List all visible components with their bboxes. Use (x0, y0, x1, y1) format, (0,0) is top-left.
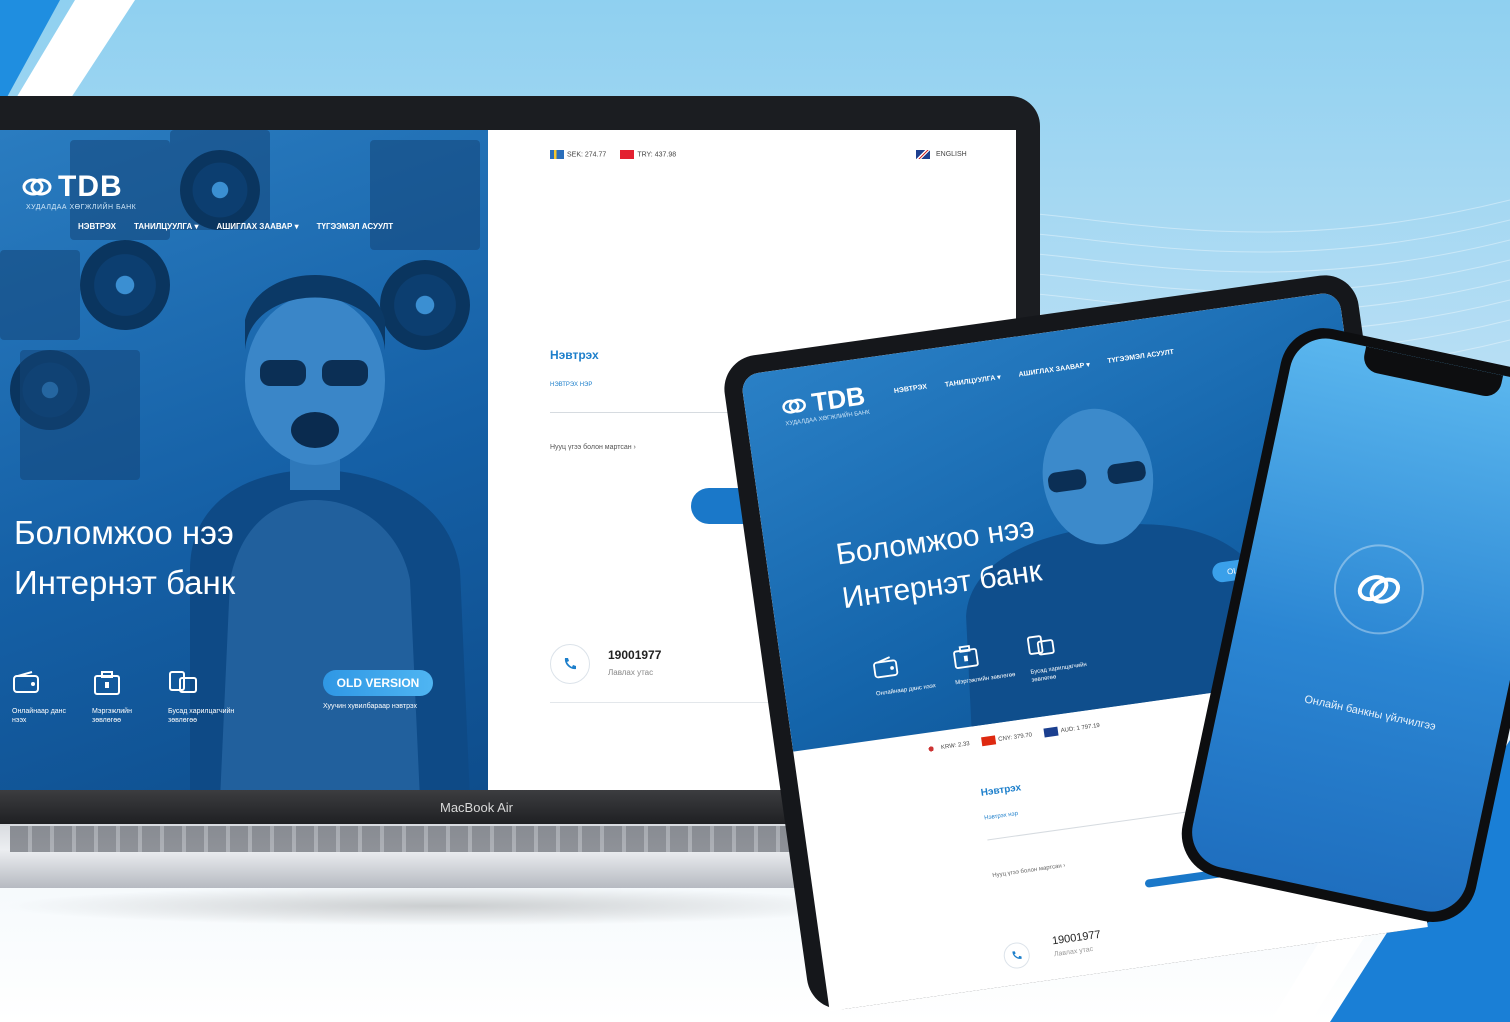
record-tile (0, 250, 80, 340)
rate-item: AUD: 1 797.19 (1043, 721, 1100, 738)
rate-item: SEK: 274.77 (550, 150, 606, 159)
phone-icon (550, 644, 590, 684)
nav-item-about[interactable]: ТАНИЛЦУУЛГА ▾ (944, 373, 1001, 389)
nav-item-faq[interactable]: ТҮГЭЭМЭЛ АСУУЛТ (1107, 349, 1174, 366)
device-label: MacBook Air (440, 800, 513, 815)
rate-item: KRW: 2.33 (923, 739, 971, 755)
rate-item: TRY: 437.98 (620, 150, 676, 159)
tablet-login-title: Нэвтрэх (980, 782, 1022, 799)
language-label: ENGLISH (936, 151, 967, 158)
tablet-feature-open-account[interactable]: Онлайнаар данс нээх (871, 649, 940, 699)
exchange-rates: SEK: 274.77 TRY: 437.98 (550, 150, 676, 159)
username-label: НЭВТРЭХ НЭР (550, 382, 593, 388)
tablet-hotline-label: Лавлах утас (1053, 945, 1094, 959)
wallet-icon (13, 671, 39, 693)
feature-consulting[interactable]: Мэргэжлийн зөвлөгөө (92, 670, 162, 725)
record-tile (370, 140, 480, 250)
sweden-flag-icon (550, 150, 564, 159)
tdb-logo-text: TDB (58, 170, 123, 203)
tdb-logo-icon (22, 178, 52, 196)
tablet-hotline-number[interactable]: 19001977 (1051, 929, 1101, 948)
feature-other-customers[interactable]: Бусад харилцагчийн зөвлөгөө (168, 670, 238, 725)
vinyl-record (180, 150, 260, 230)
tablet-forgot-password-link[interactable]: Нууц үгээ болон мартсан › (992, 863, 1066, 879)
laptop-shadow (0, 886, 880, 926)
tdb-logo-subtitle: ХУДАЛДАА ХӨГЖЛИЙН БАНК (26, 204, 137, 211)
korea-flag-icon (923, 743, 939, 755)
hero-title-line-2: Интернэт банк (14, 564, 236, 601)
language-switch[interactable]: ENGLISH (916, 150, 967, 159)
briefcase-icon (953, 644, 979, 669)
rate-item: CNY: 379.70 (980, 730, 1033, 747)
nav-item-faq[interactable]: ТҮГЭЭМЭЛ АСУУЛТ (317, 222, 394, 231)
hotline-number[interactable]: 19001977 (608, 648, 661, 662)
laptop-keyboard (10, 826, 830, 852)
hotline-label: Лавлах утас (608, 668, 654, 677)
old-version-note: Хуучин хувилбараар нэвтрэх (323, 703, 417, 710)
uk-flag-icon (916, 150, 930, 159)
wallet-icon (873, 656, 899, 679)
nav-item-guide[interactable]: АШИГЛАХ ЗААВАР ▾ (216, 222, 298, 231)
briefcase-icon (94, 671, 120, 695)
feature-open-account[interactable]: Онлайнаар данс нээх (12, 670, 82, 725)
tablet-nav: НЭВТРЭХ ТАНИЛЦУУЛГА ▾ АШИГЛАХ ЗААВАР ▾ Т… (894, 349, 1175, 396)
china-flag-icon (980, 735, 996, 747)
turkey-flag-icon (620, 150, 635, 159)
feature-label: Онлайнаар данс нээх (12, 708, 67, 724)
australia-flag-icon (1043, 726, 1059, 738)
old-version-button[interactable]: OLD VERSION (323, 670, 433, 696)
tdb-knot-icon (1357, 575, 1401, 604)
record-tile (20, 350, 140, 480)
login-title: Нэвтрэх (550, 348, 599, 362)
hero-title: Боломжоо нээ Интернэт банк (14, 508, 235, 608)
feature-label: Мэргэжлийн зөвлөгөө (92, 708, 132, 724)
tablet-feature-other[interactable]: Бусад харилцагчийн зөвлөгөө (1025, 627, 1095, 684)
nav-item-login[interactable]: НЭВТРЭХ (894, 383, 928, 396)
nav-item-login[interactable]: НЭВТРЭХ (78, 222, 116, 231)
cards-icon (1026, 635, 1055, 656)
splash-logo (1325, 536, 1433, 643)
phone-icon (1002, 940, 1032, 971)
feature-label: Онлайнаар данс нээх (875, 683, 937, 698)
tablet-username-label: Нэвтрэх нэр (983, 810, 1019, 822)
tdb-logo-icon (782, 398, 806, 414)
splash-text: Онлайн банкны үйлчилгээ (1303, 693, 1437, 734)
main-nav: НЭВТРЭХ ТАНИЛЦУУЛГА ▾ АШИГЛАХ ЗААВАР ▾ Т… (78, 222, 393, 231)
feature-label: Бусад харилцагчийн зөвлөгөө (168, 708, 235, 724)
tdb-logo[interactable]: TDB (22, 170, 123, 204)
cards-icon (169, 671, 197, 693)
hero-title-line-1: Боломжоо нээ (14, 514, 234, 551)
nav-item-guide[interactable]: АШИГЛАХ ЗААВАР ▾ (1018, 361, 1090, 379)
hero-banner: TDB ХУДАЛДАА ХӨГЖЛИЙН БАНК НЭВТРЭХ ТАНИЛ… (0, 130, 488, 790)
forgot-password-link[interactable]: Нууц үгээ болон мартсан › (550, 444, 636, 451)
nav-item-about[interactable]: ТАНИЛЦУУЛГА ▾ (134, 222, 198, 231)
